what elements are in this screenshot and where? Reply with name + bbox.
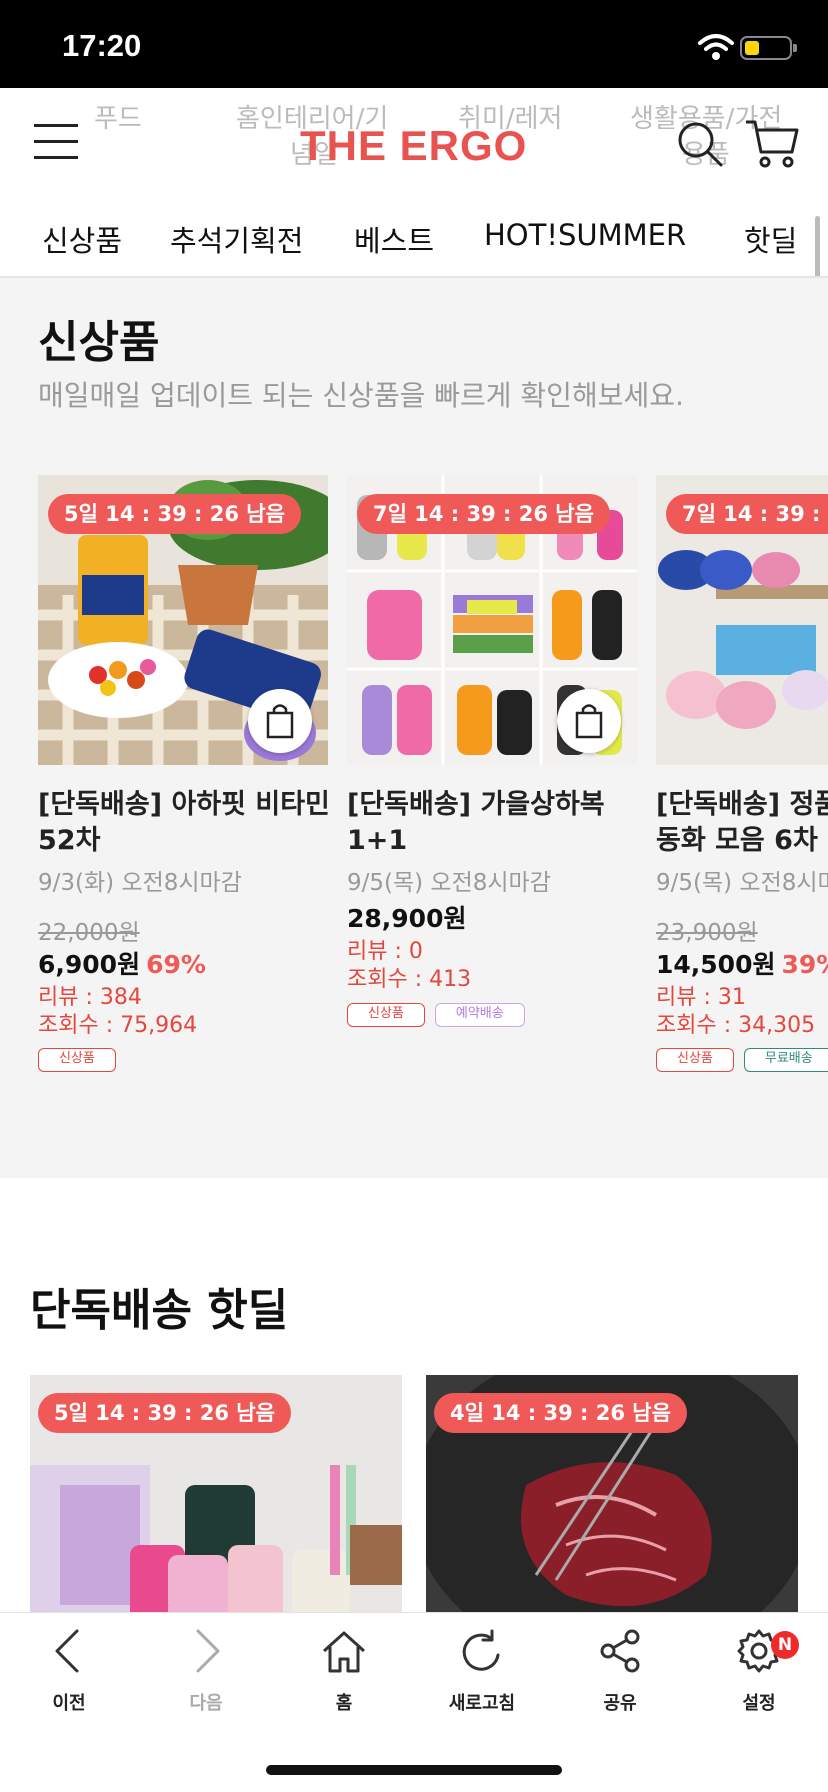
product-name[interactable]: [단독배송] 아하핏 비타민 52차: [38, 787, 338, 859]
sale-price: 14,500원39%: [656, 945, 828, 981]
badge-preorder: 예약배송: [434, 1003, 525, 1027]
product-deadline: 9/5(목) 오전8시마: [656, 870, 828, 896]
status-time: 17:20: [62, 28, 142, 63]
view-count: 조회수 : 413: [347, 967, 472, 992]
original-price: 23,900원: [656, 920, 758, 946]
refresh-icon: [462, 1629, 500, 1671]
battery-icon: [740, 36, 797, 60]
product-badges: 신상품: [38, 1047, 126, 1072]
share-button[interactable]: 공유: [570, 1627, 670, 1715]
scrollbar[interactable]: [815, 216, 820, 276]
menu-button[interactable]: [34, 124, 78, 160]
home-icon: [322, 1631, 366, 1673]
back-button[interactable]: 이전: [19, 1627, 119, 1715]
countdown-badge: 4일 14 : 39 : 26 남음: [434, 1393, 687, 1433]
product-name[interactable]: [단독배송] 가을상하복 1+1: [347, 787, 647, 859]
forward-button[interactable]: 다음: [156, 1627, 256, 1715]
tab-chuseok[interactable]: 추석기획전: [170, 218, 303, 260]
countdown-badge: 5일 14 : 39 : 26 남음: [48, 494, 301, 534]
new-products-section: 신상품 매일매일 업데이트 되는 신상품을 빠르게 확인해보세요. 5일 14 …: [0, 278, 828, 1178]
cart-icon[interactable]: [744, 118, 800, 170]
product-badges: 신상품 예약배송: [347, 1002, 535, 1027]
product-deadline: 9/3(화) 오전8시마감: [38, 870, 242, 896]
home-indicator[interactable]: [266, 1765, 562, 1775]
share-icon: [600, 1629, 640, 1673]
badge-free-shipping: 무료배송: [743, 1048, 828, 1072]
section-title: 신상품: [38, 317, 160, 368]
countdown-badge: 7일 14 : 39 : 26 남음: [357, 494, 610, 534]
discount-rate: 39%: [781, 950, 828, 979]
section-subtitle: 매일매일 업데이트 되는 신상품을 빠르게 확인해보세요.: [38, 379, 684, 412]
tab-hot-summer[interactable]: HOT!SUMMER: [484, 218, 686, 252]
refresh-button[interactable]: 새로고침: [432, 1627, 532, 1715]
sale-price: 6,900원 69%: [38, 950, 206, 979]
logo[interactable]: THE ERGO: [300, 122, 527, 170]
section-title: 단독배송 핫딜: [30, 1285, 289, 1336]
chevron-right-icon: [196, 1629, 220, 1673]
countdown-badge: 5일 14 : 39 : 26 남음: [38, 1393, 291, 1433]
hotdeal-card[interactable]: 5일 14 : 39 : 26 남음: [30, 1375, 402, 1612]
shopping-bag-icon[interactable]: [248, 689, 312, 753]
sale-price: 28,900원: [347, 904, 467, 933]
tab-new[interactable]: 신상품: [42, 218, 122, 260]
tab-best[interactable]: 베스트: [354, 218, 434, 260]
product-name[interactable]: [단독배송] 정품 동화 모음 6차: [656, 787, 828, 859]
wifi-icon: [698, 34, 734, 60]
badge-new: 신상품: [38, 1048, 116, 1072]
settings-button[interactable]: 설정 N: [709, 1627, 809, 1715]
ghost-category: 푸드: [94, 104, 142, 134]
product-deadline: 9/5(목) 오전8시마감: [347, 870, 551, 896]
search-icon[interactable]: [676, 120, 724, 168]
notification-badge: N: [771, 1631, 799, 1659]
badge-new: 신상품: [656, 1048, 734, 1072]
home-button[interactable]: 홈: [294, 1627, 394, 1715]
view-count: 조회수 : 34,305: [656, 1013, 816, 1038]
status-bar: 17:20: [0, 0, 828, 88]
hot-deal-section: 단독배송 핫딜 5일 14 : 39 : 26 남음 4일 14: 39: …: [0, 1178, 828, 1612]
badge-new: 신상품: [347, 1003, 425, 1027]
original-price: 22,000원: [38, 920, 140, 946]
chevron-left-icon: [55, 1629, 79, 1673]
discount-rate: 69%: [146, 950, 206, 979]
view-count: 조회수 : 75,964: [38, 1013, 198, 1038]
category-nav: 신상품 추석기획전 베스트 HOT!SUMMER 핫딜: [0, 188, 828, 278]
shopping-bag-icon[interactable]: [557, 689, 621, 753]
hotdeal-card[interactable]: 4일 14 : 39 : 26 남음: [426, 1375, 798, 1612]
countdown-badge: 7일 14 : 39 : 26: [666, 494, 828, 534]
tab-hotdeal[interactable]: 핫딜: [744, 218, 797, 260]
product-badges: 신상품 무료배송: [656, 1047, 828, 1072]
header: 푸드 홈인테리어/기 취미/레저 생활용품/가전 념일 용품 THE ERGO: [0, 88, 828, 188]
